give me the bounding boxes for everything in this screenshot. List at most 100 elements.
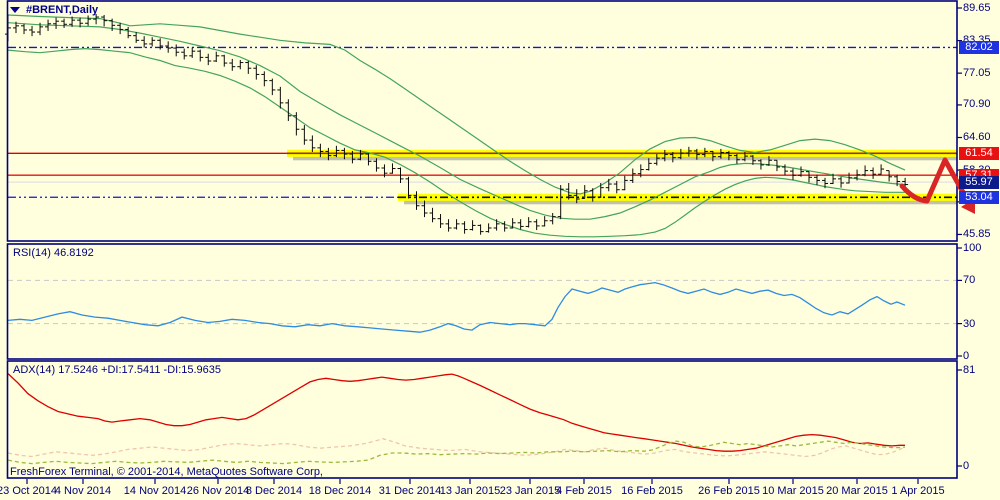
symbol-label: #BRENT,Daily [10,4,98,16]
price-bar [293,112,300,136]
price-bar [181,48,188,60]
adx-scale-label: 81 [963,363,976,376]
price-bar [437,214,444,228]
price-bar [445,219,452,232]
date-label: 26 Nov 2014 [186,485,250,497]
price-bar [213,51,220,63]
terminal-copyright: FreshForex Terminal, © 2001-2014, MetaQu… [10,466,323,478]
adx-series-ADX [7,373,905,452]
price-bar [229,58,236,71]
price-bar [29,25,36,37]
adx-indicator-label: ADX(14) 17.5246 +DI:17.5411 -DI:15.9635 [13,364,222,376]
date-label: 26 Feb 2015 [698,485,760,497]
price-bar [429,207,436,223]
price-bar [549,212,556,225]
price-bar [541,216,548,227]
price-bar [389,163,396,174]
price-bar [189,47,196,58]
price-tick-label: 89.65 [963,1,991,14]
chart-canvas[interactable] [0,0,1000,500]
symbol-dropdown-icon[interactable] [10,7,20,14]
date-label: 8 Dec 2014 [245,485,303,497]
band-shadow [404,200,957,205]
date-label: 1 Apr 2015 [891,485,945,497]
rsi-panel-border [6,243,958,360]
price-bar [485,223,492,233]
date-label: 23 Jan 2015 [499,485,561,497]
adx-scale-label: 0 [963,460,970,472]
price-bar [141,36,148,48]
price-bar [509,218,516,229]
price-bar [53,17,60,29]
band-shadow [293,156,957,161]
price-tick-label: 70.90 [963,98,991,111]
date-label: 31 Dec 2014 [378,485,442,497]
price-bar [261,71,268,87]
price-bar [878,164,885,175]
date-label: 13 Jan 2015 [439,485,501,497]
price-bar [205,53,212,66]
date-label: 10 Mar 2015 [762,485,824,497]
price-bar [886,170,893,182]
date-label: 16 Feb 2015 [621,485,683,497]
price-bar [285,99,292,121]
price-bar [85,15,92,26]
price-bar [21,23,28,35]
price-bar [245,60,252,74]
price-bar [469,220,476,231]
price-bar [309,135,316,152]
rsi-scale-label: 30 [963,317,976,330]
main-panel-border [6,0,958,242]
price-badge: 61.54 [959,146,999,160]
price-bar [525,217,532,228]
price-bar [453,219,460,230]
price-bar [197,49,204,62]
symbol-text: #BRENT,Daily [26,4,99,16]
price-bar [221,54,228,67]
price-bar [814,174,821,186]
price-tick-label: 45.85 [963,227,991,240]
price-badge: 53.04 [959,190,999,204]
price-bar [269,78,276,96]
price-badge: 55.97 [959,175,999,189]
price-bar [117,22,124,35]
date-label: 4 Feb 2015 [556,485,612,497]
rsi-indicator-label: RSI(14) 46.8192 [13,247,94,259]
price-bar [621,175,628,191]
price-badge: 82.02 [959,40,999,54]
date-label: 20 Mar 2015 [826,485,888,497]
price-bar [605,178,612,192]
price-bar [533,219,540,231]
price-bar [477,224,484,235]
price-bar [870,167,877,179]
date-label: 23 Oct 2014 [0,485,57,497]
ma-upper-line [7,14,906,195]
price-bar [806,171,812,183]
date-label: 18 Dec 2014 [308,485,372,497]
price-bar [237,59,244,70]
rsi-line [7,281,906,333]
price-tick-label: 77.05 [963,66,991,79]
price-bar [613,180,620,194]
rsi-scale-label: 0 [963,350,970,362]
rsi-scale-label: 100 [963,242,982,254]
price-bar [61,18,68,28]
date-label: 4 Nov 2014 [54,485,112,497]
price-bar [101,14,108,27]
price-bar [493,219,500,231]
price-bar [517,219,524,230]
price-bar [173,44,180,57]
price-bar [149,37,156,47]
price-bar [253,65,260,80]
date-label: 14 Nov 2014 [123,485,187,497]
price-bar [125,26,132,39]
price-bar [301,125,308,145]
price-bar [133,32,140,43]
ma-middle-line [7,22,906,220]
price-tick-label: 64.60 [963,131,991,143]
ma-lower-line [7,47,905,238]
terminal-window: #BRENT,Daily RSI(14) 46.8192 ADX(14) 17.… [0,0,1000,500]
rsi-scale-label: 70 [963,274,976,287]
price-bar [461,221,468,234]
price-bar [789,168,796,180]
